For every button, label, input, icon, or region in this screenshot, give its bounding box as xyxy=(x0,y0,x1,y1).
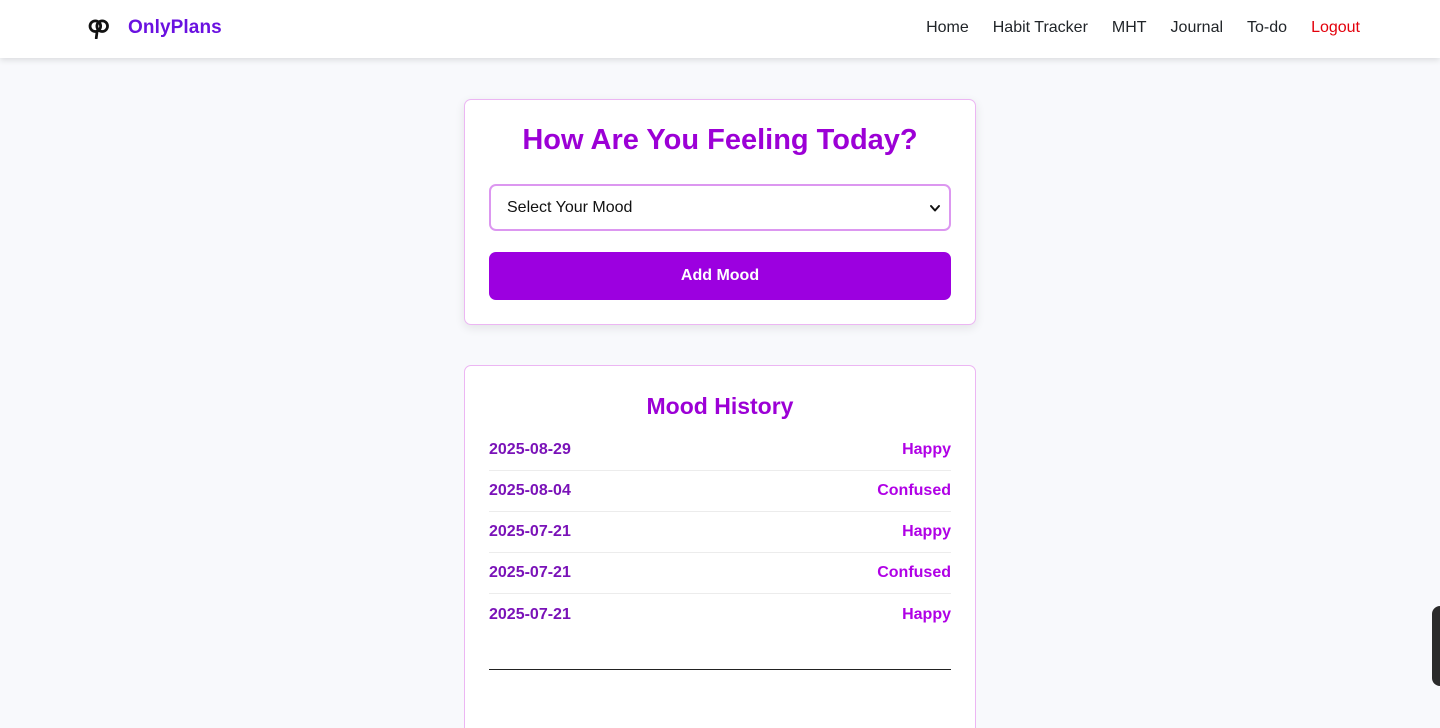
nav-link-home[interactable]: Home xyxy=(926,19,969,37)
mood-form-title: How Are You Feeling Today? xyxy=(522,124,918,156)
mood-history-list: 2025-08-29 Happy 2025-08-04 Confused 202… xyxy=(489,430,951,635)
brand-name: OnlyPlans xyxy=(128,17,222,38)
history-mood: Happy xyxy=(902,441,951,458)
history-row: 2025-07-21 Happy xyxy=(489,594,951,635)
side-widget-tab[interactable] xyxy=(1432,606,1440,686)
nav-links: Home Habit Tracker MHT Journal To-do Log… xyxy=(926,0,1360,56)
nav-link-mht[interactable]: MHT xyxy=(1112,19,1147,37)
onlyplans-logo-icon xyxy=(88,19,109,39)
history-divider xyxy=(489,669,951,670)
add-mood-button[interactable]: Add Mood xyxy=(489,252,951,300)
history-mood: Happy xyxy=(902,523,951,540)
history-date: 2025-07-21 xyxy=(489,523,571,540)
history-row: 2025-07-21 Confused xyxy=(489,553,951,594)
mood-entry-card: How Are You Feeling Today? Select Your M… xyxy=(464,99,976,325)
mood-select-value: Select Your Mood xyxy=(507,198,633,216)
history-mood: Happy xyxy=(902,605,951,623)
history-row: 2025-07-21 Happy xyxy=(489,512,951,553)
history-row: 2025-08-29 Happy xyxy=(489,430,951,471)
chevron-down-icon xyxy=(930,205,940,212)
mood-history-title: Mood History xyxy=(646,393,794,419)
top-navbar: OnlyPlans Home Habit Tracker MHT Journal… xyxy=(0,0,1440,58)
history-row: 2025-08-04 Confused xyxy=(489,471,951,512)
nav-link-journal[interactable]: Journal xyxy=(1171,19,1223,37)
history-mood: Confused xyxy=(877,482,951,499)
history-date: 2025-08-29 xyxy=(489,441,571,458)
mood-select[interactable]: Select Your Mood xyxy=(489,184,951,231)
nav-link-logout[interactable]: Logout xyxy=(1311,19,1360,37)
history-date: 2025-07-21 xyxy=(489,564,571,581)
nav-link-habit-tracker[interactable]: Habit Tracker xyxy=(993,19,1088,37)
mood-history-card: Mood History 2025-08-29 Happy 2025-08-04… xyxy=(464,365,976,728)
brand[interactable]: OnlyPlans xyxy=(88,14,222,42)
history-date: 2025-07-21 xyxy=(489,605,571,623)
history-mood: Confused xyxy=(877,564,951,581)
nav-link-todo[interactable]: To-do xyxy=(1247,19,1287,37)
history-date: 2025-08-04 xyxy=(489,482,571,499)
